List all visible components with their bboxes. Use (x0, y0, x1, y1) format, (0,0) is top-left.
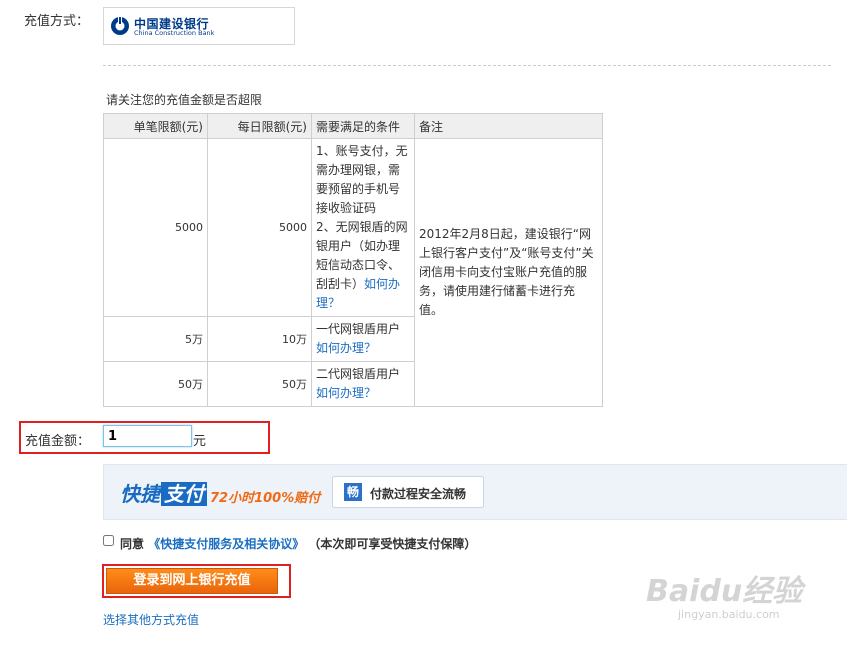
condition-cell: 一代网银盾用户 如何办理？ (311, 316, 415, 362)
amount-unit: 元 (193, 434, 207, 449)
single-limit-cell: 50万 (103, 361, 208, 407)
condition-cell: 1、账号支付，无需办理网银，需要预留的手机号接收验证码 2、无网银盾的网银用户（… (311, 138, 415, 317)
single-limit-cell: 5万 (103, 316, 208, 362)
login-online-banking-button[interactable]: 登录到网上银行充值 (106, 568, 278, 594)
quick-pay-logo-highlight: 支付 (161, 482, 207, 506)
condition-text-1: 1、账号支付，无需办理网银，需要预留的手机号接收验证码 (316, 144, 408, 215)
table-header-row: 单笔限额(元) 每日限额(元) 需要满足的条件 备注 (103, 113, 603, 139)
header-conditions: 需要满足的条件 (311, 113, 415, 139)
baidu-watermark: Baidu经验 jingyan.baidu.com (646, 566, 806, 626)
watermark-url: jingyan.baidu.com (678, 608, 780, 621)
limits-table: 单笔限额(元) 每日限额(元) 需要满足的条件 备注 5000 5000 1、账… (103, 113, 603, 407)
agreement-suffix: （本次即可享受快捷支付保障） (308, 537, 477, 551)
daily-limit-cell: 5000 (207, 138, 312, 317)
quick-pay-logo-prefix: 快捷 (120, 482, 160, 506)
quick-pay-banner: 快捷 支付 72小时100%赔付 畅 付款过程安全流畅 (103, 464, 847, 520)
single-limit-cell: 5000 (103, 138, 208, 317)
agreement-prefix: 同意 (120, 537, 145, 551)
header-single-limit: 单笔限额(元) (103, 113, 208, 139)
secure-payment-badge: 畅 付款过程安全流畅 (332, 476, 484, 508)
remark-cell: 2012年2月8日起，建设银行“网上银行客户支付”及“账号支付”关闭信用卡向支付… (414, 138, 603, 407)
agreement-text: 同意 《快捷支付服务及相关协议》 （本次即可享受快捷支付保障） (120, 535, 476, 552)
bank-name-en: China Construction Bank (134, 29, 215, 37)
daily-limit-cell: 10万 (207, 316, 312, 362)
condition-cell: 二代网银盾用户 如何办理？ (311, 361, 415, 407)
payment-method-label: 充值方式： (24, 14, 90, 29)
quick-pay-logo: 快捷 支付 (120, 478, 207, 507)
table-row: 5000 5000 1、账号支付，无需办理网银，需要预留的手机号接收验证码 2、… (103, 138, 603, 407)
daily-limit-cell: 50万 (207, 361, 312, 407)
condition-text: 一代网银盾用户 (316, 322, 401, 336)
bank-logo-ccb[interactable]: 中国建设银行 China Construction Bank (103, 7, 295, 45)
header-daily-limit: 每日限额(元) (207, 113, 312, 139)
condition-text: 二代网银盾用户 (316, 367, 401, 381)
chang-icon: 畅 (344, 483, 362, 501)
header-remark: 备注 (414, 113, 603, 139)
how-to-apply-link[interactable]: 如何办理？ (316, 341, 376, 355)
watermark-text: Baidu经验 (646, 574, 803, 609)
other-methods-link[interactable]: 选择其他方式充值 (103, 611, 199, 628)
amount-label: 充值金额： (25, 434, 91, 449)
limit-notice: 请关注您的充值金额是否超限 (106, 93, 263, 107)
section-divider (103, 65, 831, 66)
how-to-apply-link[interactable]: 如何办理？ (316, 386, 376, 400)
agreement-checkbox[interactable] (103, 535, 114, 546)
amount-input[interactable] (103, 425, 192, 447)
quick-pay-slogan: 72小时100%赔付 (210, 491, 321, 506)
secure-payment-text: 付款过程安全流畅 (370, 487, 467, 501)
ccb-logo-icon (111, 16, 129, 35)
agreement-link[interactable]: 《快捷支付服务及相关协议》 (148, 537, 304, 551)
